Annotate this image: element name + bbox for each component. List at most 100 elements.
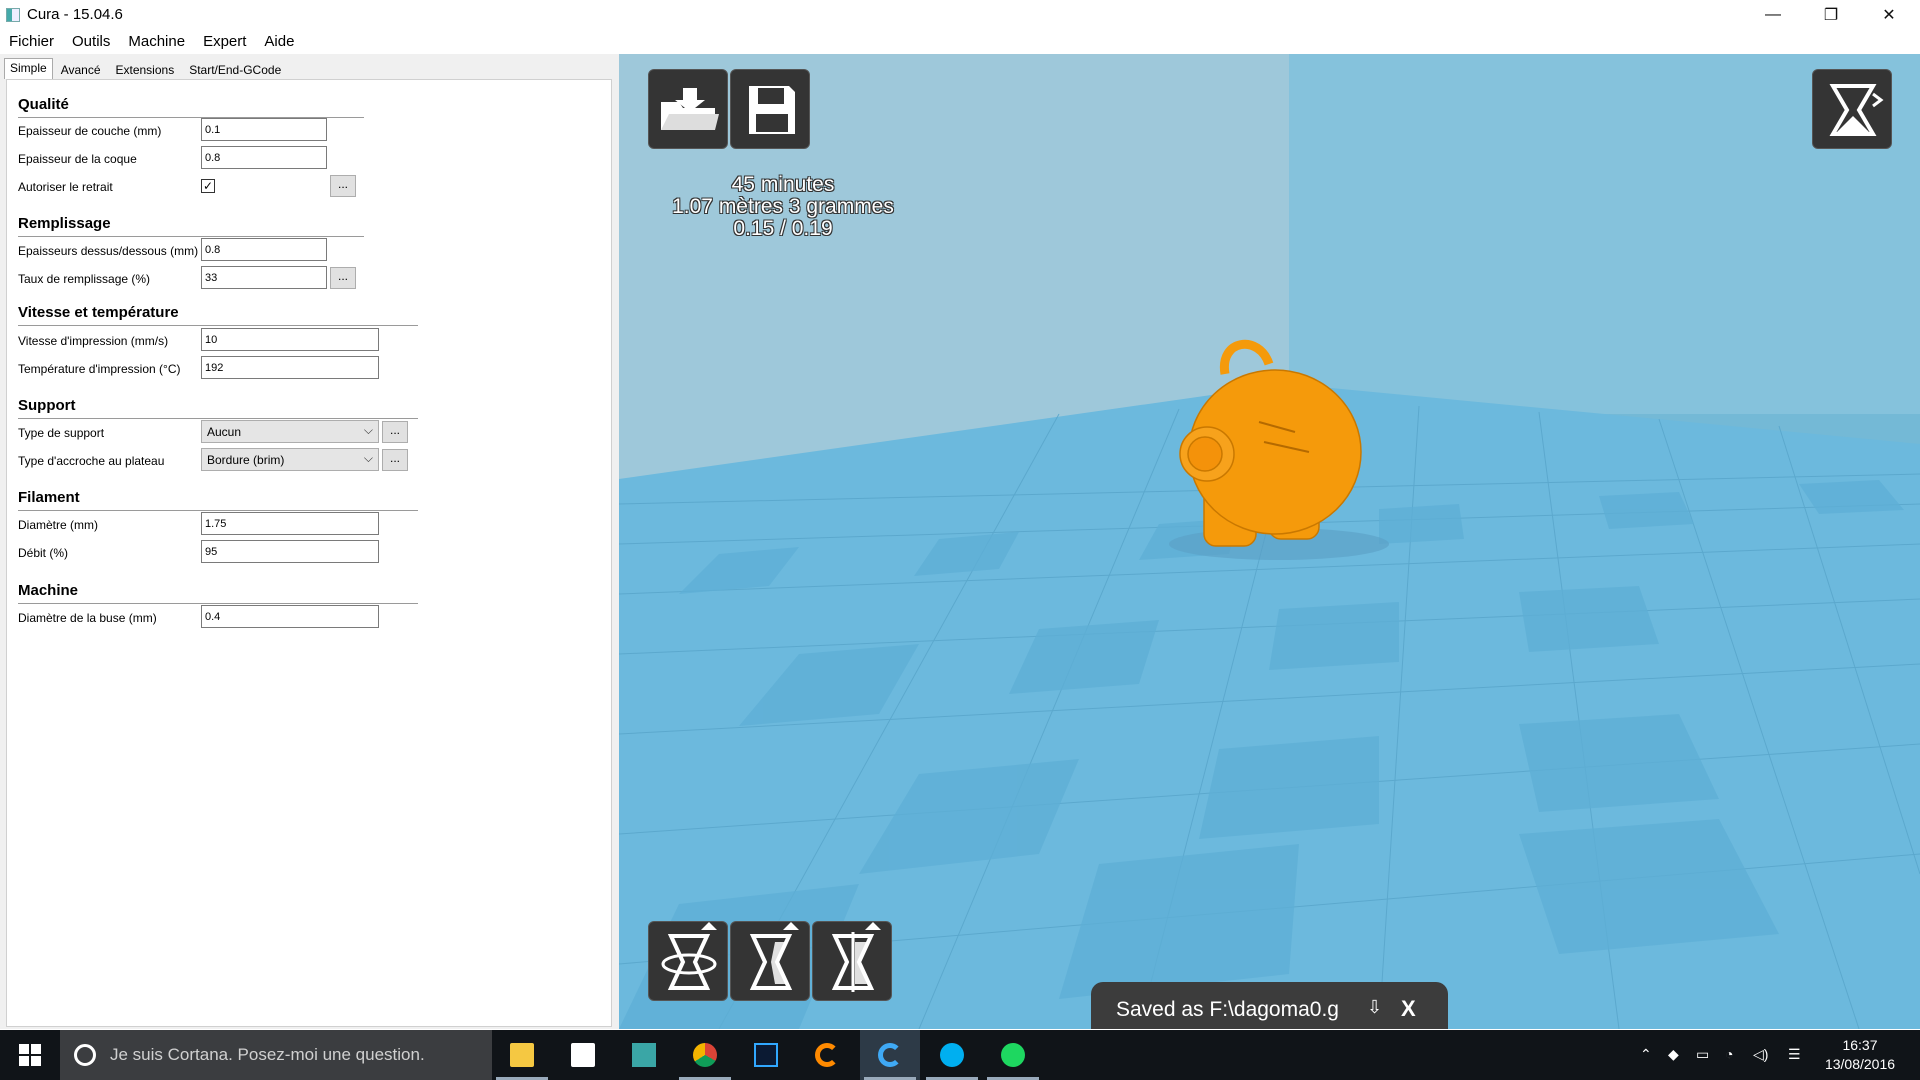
taskbar: Je suis Cortana. Posez-moi une question.… xyxy=(0,1030,1920,1080)
chevron-down-icon: ⌵ xyxy=(363,423,373,437)
filament-diameter-label: Diamètre (mm) xyxy=(18,518,98,532)
taskbar-maya[interactable] xyxy=(614,1030,674,1080)
cura-c-icon xyxy=(878,1043,902,1067)
simple-tab-page: Qualité Epaisseur de couche (mm) Epaisse… xyxy=(6,79,612,1027)
volume-icon[interactable]: ◁) xyxy=(1753,1046,1768,1063)
taskbar-spotify[interactable] xyxy=(983,1030,1043,1080)
section-divider xyxy=(18,236,364,237)
taskbar-cura-orange[interactable] xyxy=(797,1030,857,1080)
taskbar-skype[interactable] xyxy=(922,1030,982,1080)
support-settings-button[interactable]: ... xyxy=(382,421,408,443)
infill-settings-button[interactable]: ... xyxy=(330,267,356,289)
taskbar-store[interactable] xyxy=(553,1030,613,1080)
scale-button[interactable] xyxy=(730,921,810,1001)
window-title: Cura - 15.04.6 xyxy=(27,6,123,23)
menu-bar: Fichier Outils Machine Expert Aide xyxy=(0,30,1920,54)
section-divider xyxy=(18,603,418,604)
cura-c-icon xyxy=(815,1043,839,1067)
load-folder-icon xyxy=(661,88,719,130)
load-model-button[interactable] xyxy=(648,69,728,149)
print-temp-input[interactable] xyxy=(201,356,379,379)
view-mode-button[interactable] xyxy=(1812,69,1892,149)
close-button[interactable]: ✕ xyxy=(1866,0,1912,30)
view-mode-icon xyxy=(1829,84,1884,136)
tab-start-end-gcode[interactable]: Start/End-GCode xyxy=(182,58,288,80)
skype-icon xyxy=(940,1043,964,1067)
layer-height-input[interactable] xyxy=(201,118,327,141)
menu-outils[interactable]: Outils xyxy=(63,30,119,54)
menu-expert[interactable]: Expert xyxy=(194,30,255,54)
top-bottom-input[interactable] xyxy=(201,238,327,261)
shell-thickness-label: Epaisseur de la coque xyxy=(18,152,137,166)
save-floppy-icon xyxy=(749,86,795,134)
menu-fichier[interactable]: Fichier xyxy=(0,30,63,54)
adhesion-select[interactable]: Bordure (brim) ⌵ xyxy=(201,448,379,471)
print-temp-label: Température d'impression (°C) xyxy=(18,362,181,376)
maya-icon xyxy=(632,1043,656,1067)
infill-label: Taux de remplissage (%) xyxy=(18,272,151,286)
cortana-icon xyxy=(74,1044,96,1066)
tab-extensions[interactable]: Extensions xyxy=(109,58,182,80)
taskbar-chrome[interactable] xyxy=(675,1030,735,1080)
tab-simple[interactable]: Simple xyxy=(4,58,53,79)
section-vitesse: Vitesse et température xyxy=(18,304,179,321)
section-remplissage: Remplissage xyxy=(18,215,111,232)
download-icon[interactable]: ⇩ xyxy=(1367,997,1382,1018)
retraction-settings-button[interactable]: ... xyxy=(330,175,356,197)
taskbar-photoshop[interactable] xyxy=(736,1030,796,1080)
nozzle-diameter-label: Diamètre de la buse (mm) xyxy=(18,611,157,625)
dropbox-icon[interactable]: ◆ xyxy=(1668,1046,1679,1063)
minimize-button[interactable]: — xyxy=(1750,0,1796,30)
close-notification-button[interactable]: X xyxy=(1401,996,1416,1022)
cortana-placeholder: Je suis Cortana. Posez-moi une question. xyxy=(110,1045,425,1064)
print-stats: 45 minutes 1.07 mètres 3 grammes 0.15 / … xyxy=(650,174,916,240)
section-divider xyxy=(18,418,418,419)
section-machine: Machine xyxy=(18,582,79,599)
clock-date: 13/08/2016 xyxy=(1824,1056,1896,1072)
taskbar-cura-active[interactable] xyxy=(860,1030,920,1080)
taskbar-clock[interactable]: 16:37 13/08/2016 xyxy=(1810,1036,1910,1074)
section-qualite: Qualité xyxy=(18,96,69,113)
settings-tabs: Simple Avancé Extensions Start/End-GCode xyxy=(4,58,289,80)
cura-app-icon xyxy=(6,8,20,22)
retraction-checkbox[interactable]: ✓ xyxy=(201,179,215,193)
tab-avance[interactable]: Avancé xyxy=(54,58,108,80)
save-gcode-button[interactable] xyxy=(730,69,810,149)
show-hidden-icons[interactable]: ⌃ xyxy=(1640,1046,1652,1063)
infill-input[interactable] xyxy=(201,266,327,289)
rotate-icon xyxy=(661,922,717,990)
support-type-select[interactable]: Aucun ⌵ xyxy=(201,420,379,443)
mirror-icon xyxy=(831,922,881,992)
filament-diameter-input[interactable] xyxy=(201,512,379,535)
windows-logo-icon xyxy=(19,1044,41,1066)
print-speed-input[interactable] xyxy=(201,328,379,351)
adhesion-settings-button[interactable]: ... xyxy=(382,449,408,471)
battery-icon[interactable]: ▭ xyxy=(1696,1046,1709,1063)
title-bar: Cura - 15.04.6 — ❐ ✕ xyxy=(0,0,1920,30)
print-ratio: 0.15 / 0.19 xyxy=(733,217,833,240)
saved-message: Saved as F:\dagoma0.g xyxy=(1116,998,1339,1021)
top-bottom-label: Epaisseurs dessus/dessous (mm) xyxy=(18,244,199,258)
cortana-search-box[interactable]: Je suis Cortana. Posez-moi une question. xyxy=(60,1030,492,1080)
rotate-button[interactable] xyxy=(648,921,728,1001)
restore-button[interactable]: ❐ xyxy=(1808,0,1854,30)
clock-time: 16:37 xyxy=(1842,1037,1878,1053)
shell-thickness-input[interactable] xyxy=(201,146,327,169)
start-button[interactable] xyxy=(0,1030,60,1080)
taskbar-file-explorer[interactable] xyxy=(492,1030,552,1080)
section-filament: Filament xyxy=(18,489,80,506)
print-material: 1.07 mètres 3 grammes xyxy=(672,195,894,218)
store-bag-icon xyxy=(571,1043,595,1067)
layer-height-label: Epaisseur de couche (mm) xyxy=(18,124,162,138)
notifications-icon[interactable]: ☰ xyxy=(1788,1046,1801,1063)
menu-aide[interactable]: Aide xyxy=(255,30,303,54)
3d-viewport[interactable]: 45 minutes 1.07 mètres 3 grammes 0.15 / … xyxy=(619,54,1920,1029)
menu-machine[interactable]: Machine xyxy=(119,30,194,54)
mirror-button[interactable] xyxy=(812,921,892,1001)
wifi-icon[interactable]: ◔ xyxy=(1725,1046,1733,1062)
flow-input[interactable] xyxy=(201,540,379,563)
saved-notification: Saved as F:\dagoma0.g ⇩ X xyxy=(1091,982,1448,1029)
nozzle-diameter-input[interactable] xyxy=(201,605,379,628)
flow-label: Débit (%) xyxy=(18,546,69,560)
support-type-label: Type de support xyxy=(18,426,105,440)
